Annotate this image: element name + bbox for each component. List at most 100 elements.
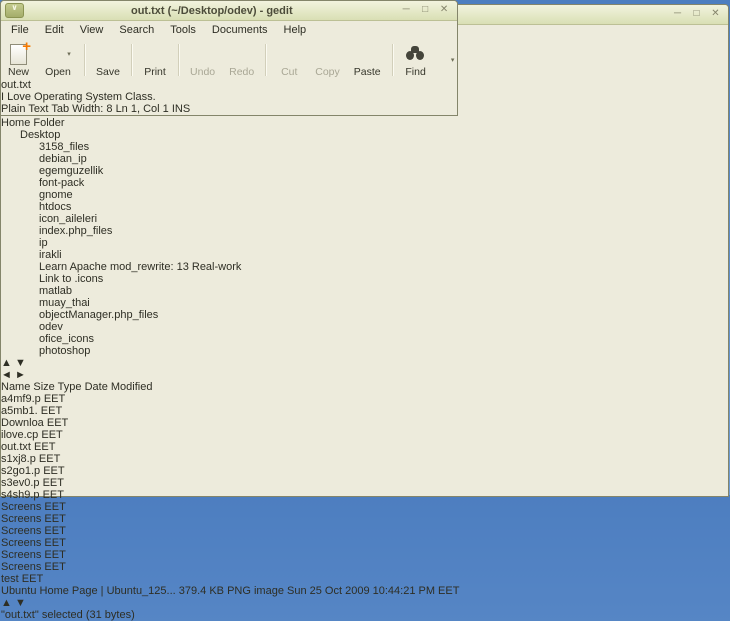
column-header-type[interactable]: Type xyxy=(58,381,82,393)
file-name: Screens xyxy=(1,525,42,537)
tree-item[interactable]: odev xyxy=(1,321,728,333)
gedit-window: out.txt (~/Desktop/odev) - gedit ─ □ ✕ F… xyxy=(0,0,458,116)
text-editor-area[interactable]: I Love Operating System Class. xyxy=(1,91,457,103)
tree-item[interactable]: gnome xyxy=(1,189,728,201)
file-date: EET xyxy=(40,405,63,417)
tab-width-selector[interactable]: Tab Width: 8 xyxy=(51,103,115,115)
scroll-down-icon[interactable]: ▼ xyxy=(15,357,26,369)
scroll-down-icon[interactable]: ▼ xyxy=(15,597,26,609)
table-row[interactable]: s3ev0.p EET xyxy=(1,477,728,489)
column-header-size[interactable]: Size xyxy=(33,381,54,393)
table-row[interactable]: Ubuntu Home Page | Ubuntu_125... 379.4 K… xyxy=(1,585,728,597)
save-icon xyxy=(96,42,120,66)
open-icon xyxy=(43,50,63,63)
file-date: EET xyxy=(44,549,66,561)
scroll-left-icon[interactable]: ◄ xyxy=(1,369,12,381)
tree-item[interactable]: Home Folder xyxy=(1,117,728,129)
file-list-pane: Name Size Type Date Modified a4mf9.p EET… xyxy=(1,381,728,609)
list-vertical-scrollbar[interactable]: ▲ ▼ xyxy=(1,597,728,609)
tree-item[interactable]: muay_thai xyxy=(1,297,728,309)
tree-item[interactable]: Link to .icons xyxy=(1,273,728,285)
window-menu-button[interactable] xyxy=(5,3,24,18)
table-row[interactable]: s1xj8.p EET xyxy=(1,453,728,465)
toolbar-button[interactable]: Cut xyxy=(270,40,308,79)
tree-item[interactable]: font-pack xyxy=(1,177,728,189)
tree-item[interactable]: 3158_files xyxy=(1,141,728,153)
tree-item[interactable]: ip xyxy=(1,237,728,249)
table-row[interactable]: Screens EET xyxy=(1,501,728,513)
gedit-titlebar[interactable]: out.txt (~/Desktop/odev) - gedit ─ □ ✕ xyxy=(1,1,457,21)
file-name: Screens xyxy=(1,537,42,549)
menu-item[interactable]: File xyxy=(3,21,37,40)
toolbar-overflow-chevron-icon[interactable] xyxy=(449,56,457,64)
print-icon xyxy=(143,42,167,66)
maximize-button[interactable]: □ xyxy=(690,8,703,21)
table-row[interactable]: ilove.cp EET xyxy=(1,429,728,441)
maximize-button[interactable]: □ xyxy=(419,4,432,17)
document-tab[interactable]: out.txt xyxy=(1,79,457,91)
file-date: EET xyxy=(44,537,66,549)
scroll-right-icon[interactable]: ► xyxy=(15,369,26,381)
toolbar-button[interactable]: Save xyxy=(89,40,127,79)
table-row[interactable]: Screens EET xyxy=(1,513,728,525)
scroll-up-icon[interactable]: ▲ xyxy=(1,357,12,369)
tree-item[interactable]: htdocs xyxy=(1,201,728,213)
table-row[interactable]: a4mf9.p EET xyxy=(1,393,728,405)
tree-vertical-scrollbar[interactable]: ▲ ▼ xyxy=(1,357,728,369)
scroll-up-icon[interactable]: ▲ xyxy=(1,597,12,609)
cut-icon xyxy=(277,42,301,66)
table-row[interactable]: test EET xyxy=(1,573,728,585)
table-row[interactable]: a5mb1. EET xyxy=(1,405,728,417)
menu-item[interactable]: Tools xyxy=(162,21,204,40)
toolbar-button[interactable]: Paste xyxy=(347,40,388,79)
close-button[interactable]: ✕ xyxy=(709,8,722,21)
table-row[interactable]: Screens EET xyxy=(1,549,728,561)
table-row[interactable]: out.txt EET xyxy=(1,441,728,453)
tree-item[interactable]: icon_aileleri xyxy=(1,213,728,225)
toolbar-button[interactable]: Copy xyxy=(308,40,347,79)
dropdown-chevron-icon[interactable] xyxy=(65,50,73,58)
tree-item[interactable]: debian_ip xyxy=(1,153,728,165)
column-header-name[interactable]: Name xyxy=(1,381,33,393)
new-icon xyxy=(10,38,31,65)
tree-item[interactable]: Learn Apache mod_rewrite: 13 Real-work xyxy=(1,261,728,273)
tree-item[interactable]: Desktop xyxy=(1,129,728,141)
table-row[interactable]: s2go1.p EET xyxy=(1,465,728,477)
toolbar-button[interactable]: Print xyxy=(136,40,174,79)
tree-view: Home Folder Desktop 3158_files debian_ip xyxy=(1,117,728,357)
minimize-button[interactable]: ─ xyxy=(671,8,684,21)
column-header-date[interactable]: Date Modified xyxy=(85,381,153,393)
toolbar-button[interactable]: Redo xyxy=(222,40,261,79)
menu-item[interactable]: Edit xyxy=(37,21,72,40)
find-icon xyxy=(404,42,428,66)
toolbar-button[interactable]: New xyxy=(1,38,36,79)
table-row[interactable]: s4sh9.p EET xyxy=(1,489,728,501)
tree-item[interactable]: ofice_icons xyxy=(1,333,728,345)
language-selector[interactable]: Plain Text xyxy=(1,103,51,115)
toolbar-button[interactable]: Open xyxy=(36,40,80,79)
close-button[interactable]: ✕ xyxy=(438,4,451,17)
overwrite-mode[interactable]: INS xyxy=(172,103,190,115)
menu-item[interactable]: View xyxy=(72,21,112,40)
tree-item[interactable]: photoshop xyxy=(1,345,728,357)
tree-item[interactable]: index.php_files xyxy=(1,225,728,237)
tree-item[interactable]: irakli xyxy=(1,249,728,261)
table-row[interactable]: Downloa EET xyxy=(1,417,728,429)
menu-item[interactable]: Documents xyxy=(204,21,276,40)
menu-item[interactable]: Help xyxy=(276,21,315,40)
table-row[interactable]: Screens EET xyxy=(1,525,728,537)
tab-title: out.txt xyxy=(1,79,31,91)
file-name: test xyxy=(1,573,19,585)
file-date: EET xyxy=(44,513,66,525)
paste-icon xyxy=(355,42,379,66)
toolbar-button[interactable]: Undo xyxy=(183,40,222,79)
table-row[interactable]: Screens EET xyxy=(1,537,728,549)
table-row[interactable]: Screens EET xyxy=(1,561,728,573)
toolbar-button[interactable]: Find xyxy=(397,40,435,79)
tree-item[interactable]: objectManager.php_files xyxy=(1,309,728,321)
tree-horizontal-scrollbar[interactable]: ◄ ► xyxy=(1,369,728,381)
tree-item[interactable]: egemguzellik xyxy=(1,165,728,177)
tree-item[interactable]: matlab xyxy=(1,285,728,297)
minimize-button[interactable]: ─ xyxy=(400,4,413,17)
menu-item[interactable]: Search xyxy=(111,21,162,40)
